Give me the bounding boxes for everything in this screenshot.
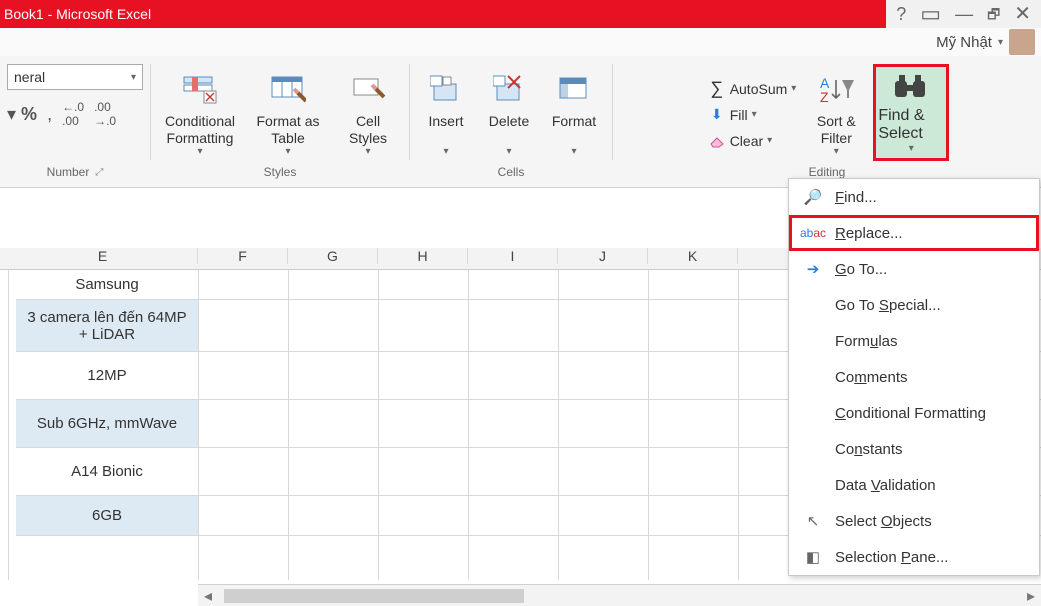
arrow-right-icon: ➔ [803, 260, 823, 278]
ribbon: neral ▾ ▾ % , ←.0.00 .00→.0 Number ⤢ Con… [0, 56, 1041, 188]
scroll-left-icon[interactable]: ◂ [198, 586, 218, 606]
replace-icon: abac [803, 226, 823, 240]
insert-cells-icon [426, 69, 466, 109]
menu-formulas[interactable]: Formulas [789, 323, 1039, 359]
format-cells-icon [554, 69, 594, 109]
horizontal-scrollbar[interactable]: ◂ ▸ [198, 584, 1041, 606]
group-label-number: Number [47, 165, 90, 179]
find-select-button[interactable]: Find & Select▾ [876, 67, 946, 158]
menu-conditional-formatting[interactable]: Conditional Formatting [789, 395, 1039, 431]
window-controls: ? ▭ — 🗗 ✕ [886, 0, 1041, 28]
group-styles: Conditional Formatting▾ Format as Table▾… [151, 56, 409, 187]
col-header[interactable]: F [198, 248, 288, 264]
format-as-table-button[interactable]: Format as Table▾ [247, 67, 329, 159]
help-icon[interactable]: ? [896, 5, 906, 23]
avatar[interactable] [1009, 29, 1035, 55]
clear-button[interactable]: Clear ▾ [708, 129, 797, 153]
pane-icon: ◧ [803, 548, 823, 566]
group-cells: Insert▾ Delete▾ Format▾ Cells [410, 56, 612, 187]
menu-data-validation[interactable]: Data Validation [789, 467, 1039, 503]
restore-icon[interactable]: 🗗 [987, 7, 1000, 21]
conditional-formatting-button[interactable]: Conditional Formatting▾ [159, 67, 241, 159]
delete-cells-icon [489, 69, 529, 109]
col-header[interactable]: G [288, 248, 378, 264]
fill-down-icon: ⬇ [708, 106, 726, 123]
window-title: Book1 - Microsoft Excel [4, 6, 151, 22]
user-menu-chevron-icon[interactable]: ▾ [998, 37, 1003, 48]
scroll-thumb[interactable] [224, 589, 524, 603]
menu-select-objects[interactable]: ↖ Select Objects [789, 503, 1039, 539]
sort-filter-icon: AZ [816, 69, 856, 109]
dialog-launcher-icon[interactable]: ⤢ [95, 167, 103, 178]
group-label-cells: Cells [498, 165, 525, 179]
col-header[interactable]: I [468, 248, 558, 264]
cell-styles-button[interactable]: Cell Styles▾ [335, 67, 401, 159]
number-format-combo[interactable]: neral ▾ [7, 64, 143, 90]
menu-comments[interactable]: Comments [789, 359, 1039, 395]
col-header[interactable]: J [558, 248, 648, 264]
comma-button[interactable]: , [47, 104, 52, 125]
cursor-icon: ↖ [803, 512, 823, 530]
menu-replace[interactable]: abac Replace... [789, 215, 1039, 251]
increase-decimal-button[interactable]: ←.0.00 [62, 100, 84, 128]
col-header[interactable]: E [8, 248, 198, 264]
menu-goto[interactable]: ➔ Go To... [789, 251, 1039, 287]
format-button[interactable]: Format▾ [544, 67, 604, 159]
svg-text:Z: Z [820, 89, 829, 104]
cell-styles-icon [348, 69, 388, 109]
format-as-table-icon [268, 69, 308, 109]
group-editing: ∑ AutoSum ▾ ⬇ Fill ▾ Clear ▾ [613, 56, 1041, 187]
fill-button[interactable]: ⬇ Fill ▾ [708, 103, 797, 127]
group-label-styles: Styles [264, 165, 297, 179]
title-bar: Book1 - Microsoft Excel ? ▭ — 🗗 ✕ [0, 0, 1041, 28]
col-header[interactable]: K [648, 248, 738, 264]
percent-button[interactable]: ▾ % [7, 104, 37, 125]
menu-find[interactable]: 🔎 Find... [789, 179, 1039, 215]
group-number: neral ▾ ▾ % , ←.0.00 .00→.0 Number ⤢ [0, 56, 150, 187]
group-label-editing: Editing [809, 165, 846, 179]
menu-goto-special[interactable]: Go To Special... [789, 287, 1039, 323]
sigma-icon: ∑ [708, 78, 726, 99]
binoculars-icon [893, 71, 929, 107]
sort-filter-button[interactable]: AZ Sort & Filter▾ [806, 67, 866, 159]
close-icon[interactable]: ✕ [1014, 4, 1031, 24]
user-bar: Mỹ Nhật ▾ [0, 28, 1041, 56]
col-header[interactable]: H [378, 248, 468, 264]
menu-constants[interactable]: Constants [789, 431, 1039, 467]
ribbon-collapse-icon[interactable]: ▭ [920, 3, 941, 25]
find-select-menu: 🔎 Find... abac Replace... ➔ Go To... Go … [788, 178, 1040, 576]
conditional-formatting-icon [180, 69, 220, 109]
delete-button[interactable]: Delete▾ [480, 67, 538, 159]
decrease-decimal-button[interactable]: .00→.0 [94, 100, 116, 128]
number-format-value: neral [14, 69, 45, 85]
insert-button[interactable]: Insert▾ [418, 67, 474, 159]
scroll-right-icon[interactable]: ▸ [1021, 586, 1041, 606]
binoculars-icon: 🔎 [803, 188, 823, 206]
chevron-down-icon: ▾ [131, 72, 136, 83]
autosum-button[interactable]: ∑ AutoSum ▾ [708, 77, 797, 101]
eraser-icon [708, 134, 726, 148]
minimize-icon[interactable]: — [955, 5, 973, 23]
menu-selection-pane[interactable]: ◧ Selection Pane... [789, 539, 1039, 575]
user-name[interactable]: Mỹ Nhật [936, 34, 992, 51]
